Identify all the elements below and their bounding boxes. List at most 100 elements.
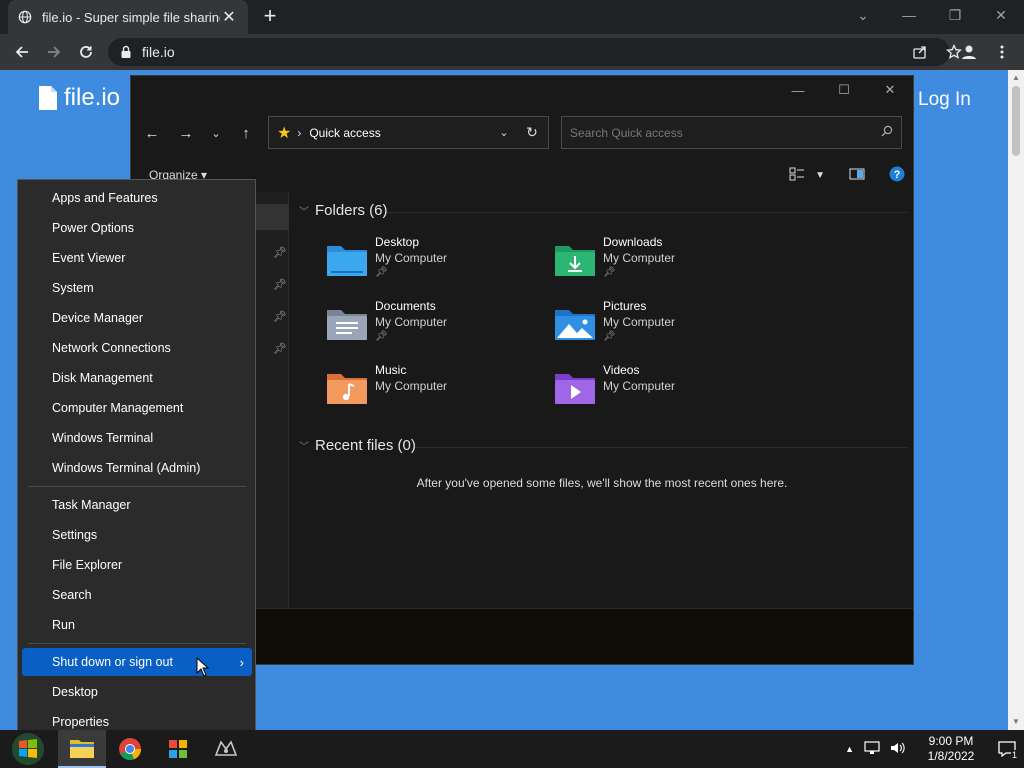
menu-item-system[interactable]: System xyxy=(22,274,252,302)
lock-icon[interactable] xyxy=(120,45,132,59)
scroll-up-icon[interactable]: ▲ xyxy=(1008,70,1024,86)
menu-item-windows-terminal[interactable]: Windows Terminal xyxy=(22,424,252,452)
explorer-back-button[interactable]: ← xyxy=(139,120,165,146)
explorer-location[interactable]: Quick access xyxy=(309,126,492,140)
folder-location: My Computer xyxy=(603,315,676,329)
menu-item-event-viewer[interactable]: Event Viewer xyxy=(22,244,252,272)
recent-locations-dropdown[interactable]: ⌄ xyxy=(203,120,229,146)
search-icon[interactable] xyxy=(873,125,901,140)
folder-location: My Computer xyxy=(603,251,676,265)
change-view-icon[interactable] xyxy=(789,167,805,184)
taskbar-file-explorer[interactable] xyxy=(58,730,106,768)
taskbar: ▲ 9:00 PM 1/8/2022 1 xyxy=(0,730,1024,768)
menu-item-windows-terminal-admin[interactable]: Windows Terminal (Admin) xyxy=(22,454,252,482)
reload-button[interactable] xyxy=(72,38,100,66)
refresh-icon[interactable]: ↻ xyxy=(516,124,548,141)
folder-tile-documents[interactable]: Documents My Computer 📌︎ xyxy=(325,298,545,354)
url-text[interactable]: file.io xyxy=(142,44,175,60)
menu-item-power-options[interactable]: Power Options xyxy=(22,214,252,242)
explorer-close-button[interactable]: ✕ xyxy=(867,76,913,104)
start-button[interactable] xyxy=(6,730,50,768)
login-link[interactable]: Log In xyxy=(918,89,971,111)
site-logo-text: file.io xyxy=(64,84,121,111)
share-icon[interactable] xyxy=(906,38,934,66)
close-window-button[interactable]: ✕ xyxy=(978,0,1024,30)
folder-name: Music xyxy=(375,363,407,377)
menu-item-network-connections[interactable]: Network Connections xyxy=(22,334,252,362)
menu-item-settings[interactable]: Settings xyxy=(22,521,252,549)
view-options-dropdown-icon[interactable]: ▼ xyxy=(815,170,825,181)
explorer-address-bar[interactable]: ★ › Quick access ⌄ ↻ xyxy=(268,116,549,149)
menu-item-label: Network Connections xyxy=(52,341,171,355)
menu-item-apps-and-features[interactable]: Apps and Features xyxy=(22,184,252,212)
tab-title: file.io - Super simple file sharing xyxy=(42,9,220,25)
show-hidden-icons-icon[interactable]: ▲ xyxy=(839,744,860,754)
folder-tile-desktop[interactable]: Desktop My Computer 📌︎ xyxy=(325,234,545,290)
network-icon[interactable] xyxy=(860,740,884,758)
explorer-minimize-button[interactable]: — xyxy=(775,76,821,104)
restore-button[interactable]: ❐ xyxy=(932,0,978,30)
help-icon[interactable]: ? xyxy=(889,166,905,185)
scroll-down-icon[interactable]: ▼ xyxy=(1008,714,1024,730)
explorer-search-input[interactable] xyxy=(570,125,873,140)
menu-item-run[interactable]: Run xyxy=(22,611,252,639)
new-tab-button[interactable]: + xyxy=(258,5,282,29)
tab-search-icon[interactable]: ⌄ xyxy=(840,0,886,30)
taskbar-chrome[interactable] xyxy=(106,730,154,768)
menu-item-task-manager[interactable]: Task Manager xyxy=(22,491,252,519)
menu-item-file-explorer[interactable]: File Explorer xyxy=(22,551,252,579)
menu-item-shut-down-or-sign-out[interactable]: Shut down or sign out › xyxy=(22,648,252,676)
menu-item-label: Windows Terminal (Admin) xyxy=(52,461,201,475)
pin-icon: 📌︎ xyxy=(375,331,388,342)
videos-folder-icon xyxy=(555,374,595,404)
clock-time: 9:00 PM xyxy=(928,734,974,748)
browser-tab[interactable]: file.io - Super simple file sharing ✕ xyxy=(8,0,248,34)
explorer-forward-button[interactable]: → xyxy=(173,120,199,146)
up-button[interactable]: ↑ xyxy=(233,120,259,146)
address-bar[interactable]: file.io xyxy=(108,38,950,66)
profile-icon[interactable] xyxy=(955,38,983,66)
file-icon xyxy=(39,86,57,110)
scrollbar-thumb[interactable] xyxy=(1012,86,1020,156)
forward-button[interactable] xyxy=(40,38,68,66)
page-scrollbar[interactable]: ▲ ▼ xyxy=(1008,70,1024,730)
notification-center-icon[interactable]: 1 xyxy=(990,730,1024,768)
site-logo[interactable]: file.io xyxy=(38,84,120,112)
system-tray: ▲ 9:00 PM 1/8/2022 1 xyxy=(839,730,1024,768)
explorer-titlebar[interactable]: — ☐ ✕ xyxy=(131,76,913,106)
address-dropdown-icon[interactable]: ⌄ xyxy=(492,126,516,139)
menu-item-search[interactable]: Search xyxy=(22,581,252,609)
minimize-button[interactable]: — xyxy=(886,0,932,30)
volume-icon[interactable] xyxy=(884,741,912,758)
explorer-navigation-bar: ← → ⌄ ↑ ★ › Quick access ⌄ ↻ xyxy=(131,114,915,152)
folder-tile-music[interactable]: Music My Computer xyxy=(325,362,545,418)
folder-name: Documents xyxy=(375,299,436,313)
folder-tile-pictures[interactable]: Pictures My Computer 📌︎ xyxy=(553,298,773,354)
breadcrumb-chevron-icon: › xyxy=(297,125,302,140)
recent-files-group-header[interactable]: ﹀ Recent files (0) xyxy=(299,437,416,454)
folder-tile-videos[interactable]: Videos My Computer xyxy=(553,362,773,418)
back-button[interactable] xyxy=(8,38,36,66)
file-explorer-icon xyxy=(70,740,94,758)
taskbar-app-extra[interactable] xyxy=(202,730,250,768)
folder-location: My Computer xyxy=(603,379,676,393)
menu-item-label: Desktop xyxy=(52,685,98,699)
menu-divider xyxy=(28,643,246,644)
taskbar-app-grid[interactable] xyxy=(154,730,202,768)
menu-item-device-manager[interactable]: Device Manager xyxy=(22,304,252,332)
preview-pane-icon[interactable] xyxy=(849,168,865,183)
close-tab-icon[interactable]: ✕ xyxy=(220,7,238,27)
group-divider xyxy=(387,212,907,213)
menu-item-desktop[interactable]: Desktop xyxy=(22,678,252,706)
explorer-search-box[interactable] xyxy=(561,116,902,149)
menu-item-computer-management[interactable]: Computer Management xyxy=(22,394,252,422)
quick-access-star-icon: ★ xyxy=(277,124,292,142)
menu-item-disk-management[interactable]: Disk Management xyxy=(22,364,252,392)
chrome-menu-icon[interactable] xyxy=(988,38,1016,66)
folder-tile-downloads[interactable]: Downloads My Computer 📌︎ xyxy=(553,234,773,290)
menu-item-label: Computer Management xyxy=(52,401,184,415)
folder-location: My Computer xyxy=(375,379,448,393)
folders-group-header[interactable]: ﹀ Folders (6) xyxy=(299,202,388,219)
explorer-maximize-button[interactable]: ☐ xyxy=(821,76,867,104)
taskbar-clock[interactable]: 9:00 PM 1/8/2022 xyxy=(912,734,990,764)
